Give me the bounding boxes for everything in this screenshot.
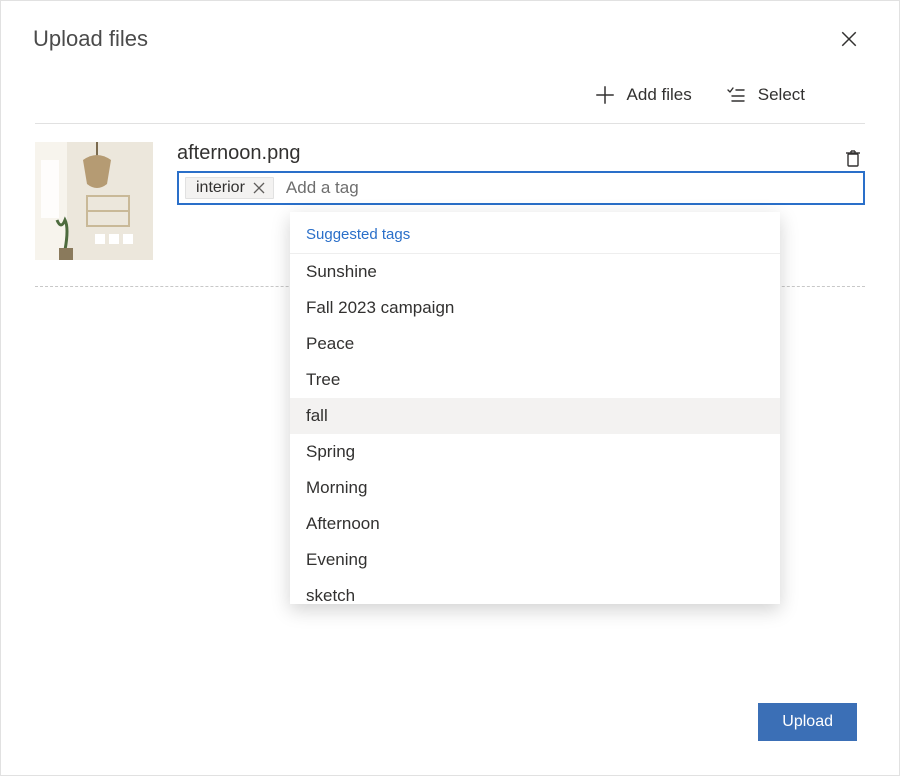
dropdown-item[interactable]: Afternoon [290,506,780,542]
close-button[interactable] [835,25,863,53]
close-icon [840,30,858,48]
file-name: afternoon.png [177,142,865,171]
dialog-footer: Upload [1,703,899,775]
dropdown-heading: Suggested tags [290,212,780,254]
close-icon [253,182,265,194]
dialog-toolbar: Add files Select [35,63,865,124]
tag-chip-label: interior [196,179,245,197]
select-list-icon [726,85,746,105]
tag-chip: interior [185,177,274,199]
upload-button[interactable]: Upload [758,703,857,741]
dropdown-item[interactable]: Fall 2023 campaign [290,290,780,326]
dialog-title: Upload files [33,26,835,52]
dropdown-item[interactable]: Spring [290,434,780,470]
tag-text-input[interactable] [282,176,857,200]
trash-icon [843,148,863,168]
add-files-button[interactable]: Add files [595,85,692,105]
upload-files-dialog: Upload files Add files Select [0,0,900,776]
file-info: afternoon.png interior Suggested t [177,142,865,205]
select-label: Select [758,85,805,105]
dropdown-item[interactable]: Evening [290,542,780,578]
select-button[interactable]: Select [726,85,805,105]
file-thumbnail [35,142,153,260]
tag-chip-remove[interactable] [253,182,265,194]
dropdown-item[interactable]: fall [290,398,780,434]
plus-icon [595,85,615,105]
add-files-label: Add files [627,85,692,105]
dropdown-item[interactable]: Tree [290,362,780,398]
tag-suggestions-dropdown: Suggested tags SunshineFall 2023 campaig… [290,212,780,604]
dropdown-item[interactable]: Morning [290,470,780,506]
tag-input-field[interactable]: interior [177,171,865,205]
dialog-header: Upload files [1,1,899,63]
dropdown-item[interactable]: Sunshine [290,254,780,290]
file-row: afternoon.png interior Suggested t [35,142,865,287]
dropdown-list[interactable]: SunshineFall 2023 campaignPeaceTreefallS… [290,254,780,604]
dropdown-item[interactable]: Peace [290,326,780,362]
file-list: afternoon.png interior Suggested t [1,124,899,703]
dropdown-item[interactable]: sketch [290,578,780,604]
delete-file-button[interactable] [841,146,865,170]
